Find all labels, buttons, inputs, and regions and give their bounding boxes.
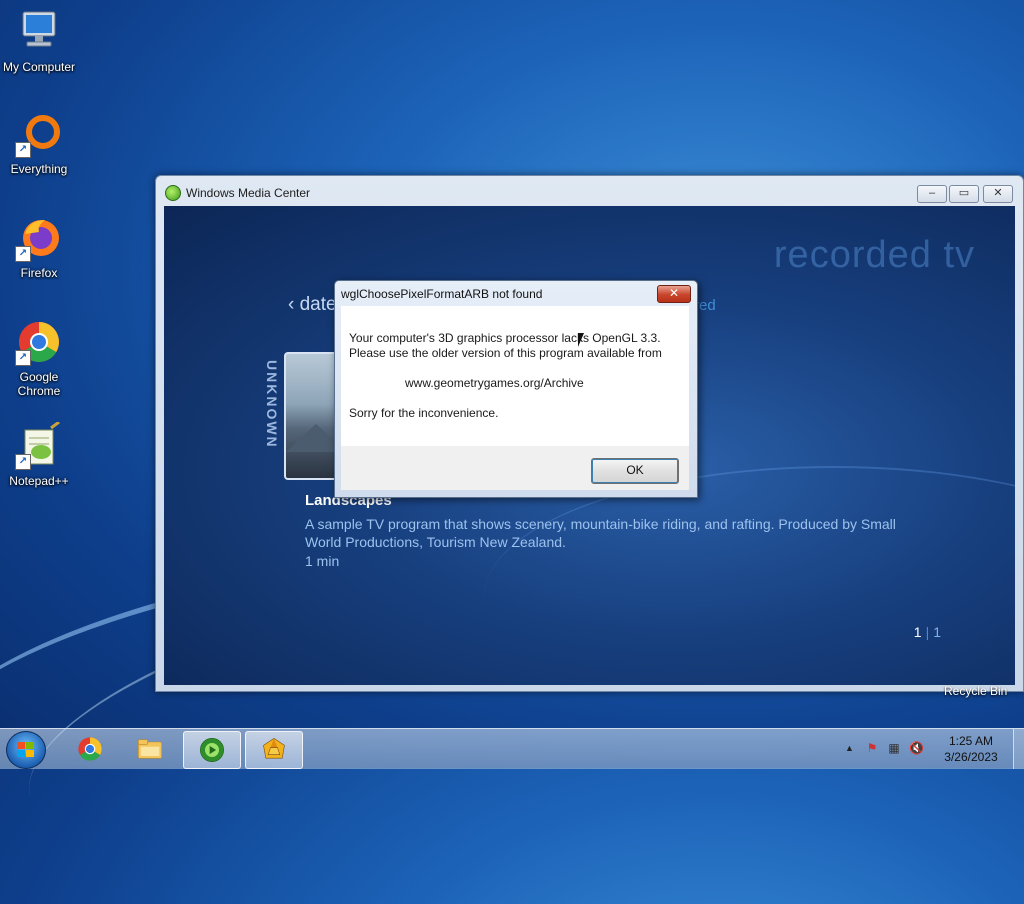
ok-button[interactable]: OK: [591, 458, 679, 484]
desktop-icon-my-computer[interactable]: My Computer: [0, 8, 79, 74]
dialog-close-button[interactable]: ✕: [657, 285, 691, 303]
dialog-message-line-3: Sorry for the inconvenience.: [349, 406, 499, 420]
mouse-cursor-icon: [578, 333, 584, 347]
pager-current: 1: [913, 624, 922, 640]
desktop-icon-everything[interactable]: ↗ Everything: [0, 110, 79, 176]
action-center-flag-icon[interactable]: ⚑: [865, 741, 879, 755]
clock-date: 3/26/2023: [944, 750, 998, 764]
shortcut-arrow-icon: ↗: [15, 246, 31, 262]
mountain-image: [286, 424, 338, 452]
program-duration: 1 min: [305, 553, 340, 569]
dialog-message-line-1: Your computer's 3D graphics processor la…: [349, 331, 661, 345]
taskbar-file-explorer[interactable]: [122, 731, 178, 767]
background-wave: [484, 466, 1015, 685]
shortcut-arrow-icon: ↗: [15, 350, 31, 366]
recycle-bin-label[interactable]: Recycle Bin: [944, 684, 1007, 698]
system-tray: ▲ ⚑ ▦ 🔇 1:25 AM 3/26/2023: [839, 729, 1024, 769]
close-button[interactable]: ✕: [983, 185, 1013, 203]
taskbar: ▲ ⚑ ▦ 🔇 1:25 AM 3/26/2023: [0, 728, 1024, 769]
start-button[interactable]: [6, 731, 46, 769]
taskbar-chrome[interactable]: [62, 731, 118, 767]
program-description: A sample TV program that shows scenery, …: [305, 516, 896, 550]
firefox-icon: ↗: [15, 214, 63, 262]
show-hidden-icons-button[interactable]: ▲: [845, 743, 854, 753]
chrome-icon: [78, 737, 102, 761]
show-desktop-button[interactable]: [1013, 729, 1024, 769]
pager: 1 | 1: [914, 624, 941, 640]
program-thumbnail[interactable]: [284, 352, 340, 480]
desktop-icon-label: Google Chrome: [17, 370, 61, 398]
taskbar-geometry-games[interactable]: [245, 731, 303, 769]
shortcut-arrow-icon: ↗: [15, 454, 31, 470]
error-dialog[interactable]: wglChoosePixelFormatARB not found ✕ Your…: [334, 280, 698, 498]
dialog-message-line-2: Please use the older version of this pro…: [349, 346, 662, 360]
sort-by-date-link[interactable]: ‹ date: [288, 294, 337, 316]
minimize-button[interactable]: –: [917, 185, 947, 203]
genre-label: UNKNOWN: [264, 360, 280, 449]
desktop-icon-label: My Computer: [2, 60, 76, 74]
polyhedron-icon: [263, 737, 285, 759]
maximize-button[interactable]: ▭: [949, 185, 979, 203]
shortcut-arrow-icon: ↗: [15, 142, 31, 158]
pager-separator: |: [925, 624, 930, 640]
window-titlebar[interactable]: Windows Media Center – ▭ ✕: [156, 176, 1023, 206]
desktop-icon-label: Notepad++: [9, 474, 69, 488]
windows-logo-icon: [17, 742, 35, 758]
dialog-title: wglChoosePixelFormatARB not found: [341, 287, 543, 301]
desktop-icon-label: Everything: [10, 162, 68, 176]
clock[interactable]: 1:25 AM 3/26/2023: [935, 733, 1007, 765]
dialog-url: www.geometrygames.org/Archive: [405, 376, 584, 390]
computer-icon: [15, 8, 63, 56]
network-icon[interactable]: ▦: [887, 741, 901, 755]
desktop-icon-label: Firefox: [20, 266, 58, 280]
clock-time: 1:25 AM: [948, 734, 994, 748]
media-center-icon: [200, 738, 224, 762]
window-title: Windows Media Center: [186, 186, 311, 200]
everything-icon: ↗: [15, 110, 63, 158]
volume-muted-icon[interactable]: 🔇: [909, 741, 924, 755]
pager-total: 1: [933, 624, 941, 640]
desktop-icon-notepad-plus-plus[interactable]: ↗ Notepad++: [0, 420, 79, 488]
desktop-icon-firefox[interactable]: ↗ Firefox: [0, 214, 79, 280]
media-center-icon: [165, 185, 181, 201]
notepad-plus-plus-icon: ↗: [15, 420, 63, 470]
section-heading: recorded tv: [773, 234, 975, 276]
folder-icon: [138, 739, 162, 759]
desktop-icon-google-chrome[interactable]: ↗ Google Chrome: [0, 318, 79, 398]
dialog-body: Your computer's 3D graphics processor la…: [341, 306, 689, 446]
chrome-icon: ↗: [15, 318, 63, 366]
dialog-footer: OK: [341, 446, 689, 490]
taskbar-media-center[interactable]: [183, 731, 241, 769]
